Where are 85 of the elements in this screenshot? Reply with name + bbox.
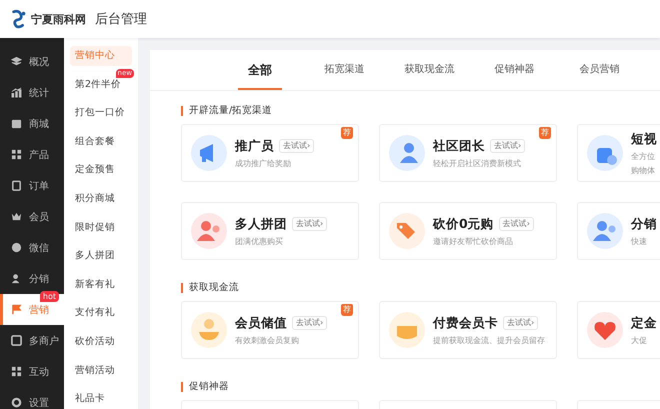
sidebar-item[interactable]: 设置 [0, 387, 64, 409]
try-button[interactable]: 去试试› [292, 316, 328, 330]
section-title: 促销神器 [181, 382, 660, 392]
tag-icon [389, 213, 425, 249]
card-title: 短视 [631, 130, 657, 148]
submenu-item[interactable]: 打包一口价 [70, 103, 132, 124]
try-button[interactable]: 去试试› [498, 217, 534, 231]
category-tab[interactable]: 促销神器 [472, 50, 557, 90]
megaphone-icon [191, 135, 227, 171]
submenu-item[interactable]: 营销活动 [70, 360, 132, 381]
try-button[interactable]: 去试试› [503, 316, 538, 330]
person-icon [11, 273, 22, 284]
feature-card[interactable]: 短视 全方位 购物体 [577, 124, 660, 182]
feature-card[interactable]: 分销 快速 [577, 202, 660, 260]
try-button[interactable]: 去试试› [279, 139, 314, 153]
grid-icon [11, 149, 22, 160]
sidebar-item[interactable]: 概况 [0, 46, 64, 77]
card-description: 邀请好友帮忙砍价商品 [433, 236, 514, 246]
logo-text: 宁夏雨科网 [31, 12, 86, 26]
sidebar-item[interactable]: 会员 [0, 201, 64, 232]
sidebar-item[interactable]: 产品 [0, 139, 64, 170]
submenu-item[interactable]: 砍价活动 [70, 332, 132, 352]
crown-icon [11, 211, 22, 222]
hot-badge: hot [40, 291, 59, 302]
chart-icon [11, 87, 22, 98]
feature-card[interactable]: 会员储值 去试试› 有效刺激会员复购 荐 [181, 301, 359, 359]
submenu-item[interactable]: 支付有礼 [70, 303, 132, 324]
submenu-item[interactable]: 新客有礼 [70, 274, 132, 295]
feature-card[interactable]: 砍价0元购 去试试› 邀请好友帮忙砍价商品 [379, 202, 557, 260]
card-title: 多人拼团 [235, 216, 287, 232]
card-description: 大促 [631, 334, 648, 346]
sidebar-item[interactable]: 多商户 [0, 325, 64, 356]
submenu-item[interactable]: 限时促销 [70, 218, 132, 238]
gear-icon [11, 397, 22, 408]
card-description: 购物体 [631, 164, 656, 176]
feature-card[interactable]: 定金 大促 [577, 301, 660, 359]
card-title: 会员储值 [235, 314, 287, 332]
feature-card[interactable]: 社区团长 去试试› 轻松开启社区消费新模式 荐 [379, 124, 557, 182]
feature-card[interactable]: 多人拼团 去试试› 团满优惠购买 [181, 202, 359, 260]
section-title: 获取现金流 [181, 283, 660, 293]
card-title: 推广员 [235, 138, 274, 154]
people-icon [191, 213, 227, 249]
card-description: 成功推广给奖励 [235, 158, 292, 168]
card-description: 快速 [631, 236, 648, 246]
submenu-item[interactable]: 多人拼团 [70, 246, 132, 266]
recommend-tag: 荐 [539, 127, 551, 139]
sidebar-item[interactable]: 微信 [0, 232, 64, 263]
sidebar-item[interactable]: 分销 [0, 263, 64, 294]
flag-icon [11, 304, 22, 315]
submenu-item[interactable]: 积分商城 [70, 188, 132, 209]
card-title: 付费会员卡 [433, 314, 498, 332]
sidebar-item[interactable]: 统计 [0, 77, 64, 108]
card-description: 团满优惠购买 [235, 236, 284, 246]
person-icon [389, 135, 425, 171]
category-tab[interactable]: 全部 [238, 50, 282, 90]
app-title: 后台管理 [95, 11, 147, 28]
try-button[interactable]: 去试试› [490, 139, 526, 153]
feature-card[interactable]: 推广员 去试试› 成功推广给奖励 荐 [181, 124, 359, 182]
section-title: 开辟流量/拓宽渠道 [181, 106, 660, 116]
card-description: 提前获取现金流、提升会员留存 [433, 334, 545, 346]
card-description: 有效刺激会员复购 [235, 334, 300, 346]
people-icon [587, 213, 623, 249]
category-tab[interactable]: 拓宽渠道 [302, 50, 387, 90]
submenu-item[interactable]: 礼品卡 [70, 389, 132, 409]
recommend-tag: 荐 [341, 127, 353, 139]
feature-card[interactable]: 付费会员卡 去试试› 提前获取现金流、提升会员留存 [379, 301, 557, 359]
card-title: 砍价0元购 [433, 216, 494, 232]
recommend-tag: 荐 [341, 304, 353, 316]
submenu-item[interactable]: 定金预售 [70, 160, 132, 180]
sidebar-item[interactable]: 商城 [0, 108, 64, 139]
card-title: 社区团长 [433, 138, 485, 154]
submenu-item[interactable]: 组合套餐 [70, 132, 132, 152]
card-description: 全方位 [631, 150, 656, 162]
card-title: 定金 [631, 314, 657, 332]
grid-icon [11, 366, 22, 377]
category-tab[interactable]: 获取现金流 [387, 50, 472, 90]
layers-icon [11, 56, 22, 67]
coin-icon [191, 312, 227, 348]
try-button[interactable]: 去试试› [292, 217, 328, 231]
card-title: 分销 [631, 216, 657, 232]
logo-icon [10, 9, 28, 29]
sidebar-item[interactable]: 订单 [0, 170, 64, 201]
category-tab[interactable]: 会员营销 [557, 50, 642, 90]
sidebar-item[interactable]: 互动 [0, 356, 64, 387]
card-description: 轻松开启社区消费新模式 [433, 158, 522, 168]
